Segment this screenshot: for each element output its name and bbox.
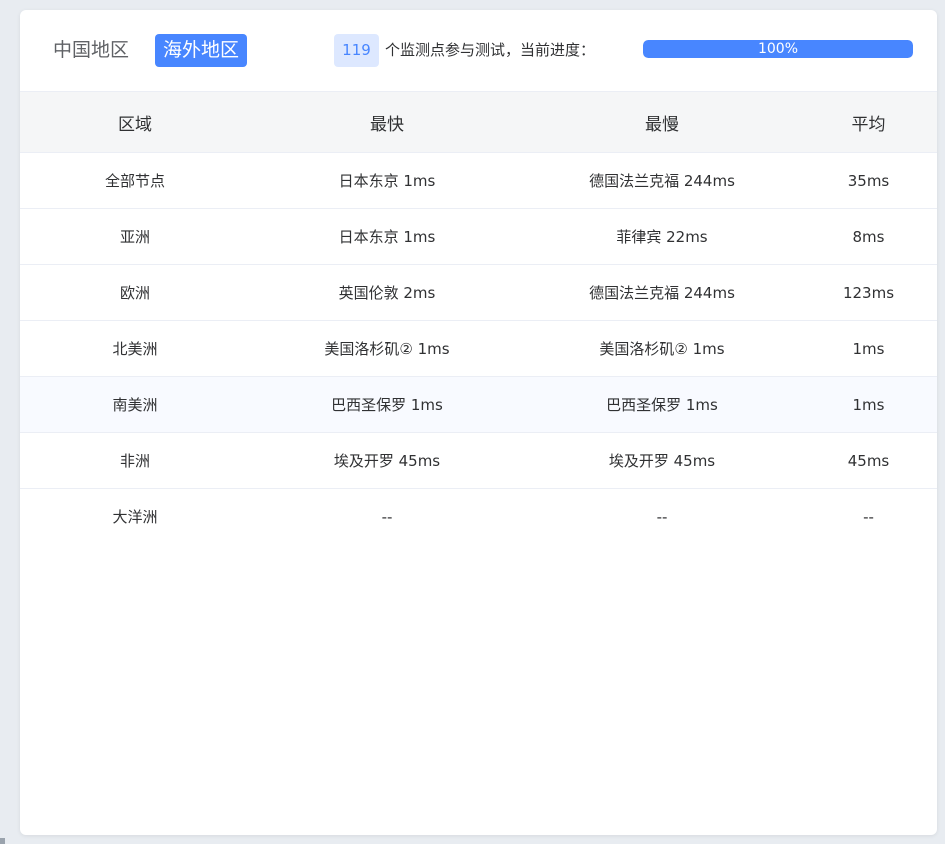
results-table: 区域 最快 最慢 平均 全部节点 日本东京 1ms 德国法兰克福 244ms 3… xyxy=(20,91,937,545)
cell-average: 35ms xyxy=(800,152,937,209)
cell-region: 亚洲 xyxy=(20,208,250,265)
tab-overseas-region[interactable]: 海外地区 xyxy=(155,34,248,67)
results-card: 中国地区 海外地区 119 个监测点参与测试，当前进度： 100% 区域 最快 … xyxy=(20,10,937,835)
cell-region: 北美洲 xyxy=(20,320,250,377)
cell-average: 1ms xyxy=(800,376,937,433)
cell-region: 欧洲 xyxy=(20,264,250,321)
table-body: 全部节点 日本东京 1ms 德国法兰克福 244ms 35ms 亚洲 日本东京 … xyxy=(20,152,937,545)
cell-region: 南美洲 xyxy=(20,376,250,433)
tab-china-region[interactable]: 中国地区 xyxy=(45,34,137,67)
cell-slowest: 菲律宾 22ms xyxy=(524,208,800,265)
cell-average: 45ms xyxy=(800,432,937,489)
cell-average: 8ms xyxy=(800,208,937,265)
progress-bar: 100% xyxy=(643,40,913,58)
cell-average: 123ms xyxy=(800,264,937,321)
header-row: 区域 最快 最慢 平均 xyxy=(20,91,937,153)
table-row: 南美洲 巴西圣保罗 1ms 巴西圣保罗 1ms 1ms xyxy=(20,376,937,433)
window-corner-mark xyxy=(0,838,5,844)
node-count-badge: 119 xyxy=(334,34,379,67)
progress-label: 100% xyxy=(757,41,799,57)
column-header-fastest: 最快 xyxy=(250,91,524,153)
column-header-average: 平均 xyxy=(800,91,937,153)
table-row: 亚洲 日本东京 1ms 菲律宾 22ms 8ms xyxy=(20,208,937,265)
cell-fastest: 日本东京 1ms xyxy=(250,152,524,209)
column-header-slowest: 最慢 xyxy=(524,91,800,153)
cell-region: 大洋洲 xyxy=(112,508,158,527)
cell-slowest: 美国洛杉矶② 1ms xyxy=(524,320,800,377)
card-header: 中国地区 海外地区 119 个监测点参与测试，当前进度： 100% xyxy=(20,10,937,91)
cell-region: 非洲 xyxy=(20,432,250,489)
cell-region: 全部节点 xyxy=(20,152,250,209)
cell-slowest: 埃及开罗 45ms xyxy=(524,432,800,489)
cell-fastest: 日本东京 1ms xyxy=(250,208,524,265)
cell-fastest: 英国伦敦 2ms xyxy=(250,264,524,321)
column-header-region: 区域 xyxy=(20,91,250,153)
cell-fastest: 埃及开罗 45ms xyxy=(250,432,524,489)
cell-slowest: 德国法兰克福 244ms xyxy=(524,264,800,321)
cell-fastest: 美国洛杉矶② 1ms xyxy=(250,320,524,377)
cell-slowest: -- xyxy=(656,507,668,526)
cell-average: 1ms xyxy=(800,320,937,377)
table-row: 大洋洲 -- -- -- xyxy=(20,489,937,545)
cell-fastest: -- xyxy=(381,507,393,526)
table-row: 全部节点 日本东京 1ms 德国法兰克福 244ms 35ms xyxy=(20,152,937,209)
cell-slowest: 德国法兰克福 244ms xyxy=(524,152,800,209)
table-row: 欧洲 英国伦敦 2ms 德国法兰克福 244ms 123ms xyxy=(20,264,937,321)
cell-slowest: 巴西圣保罗 1ms xyxy=(524,376,800,433)
table-row: 北美洲 美国洛杉矶② 1ms 美国洛杉矶② 1ms 1ms xyxy=(20,320,937,377)
progress-caption: 个监测点参与测试，当前进度： xyxy=(385,41,596,59)
table-row: 非洲 埃及开罗 45ms 埃及开罗 45ms 45ms xyxy=(20,432,937,489)
table-header: 区域 最快 最慢 平均 xyxy=(20,91,937,153)
cell-fastest: 巴西圣保罗 1ms xyxy=(250,376,524,433)
cell-average: -- xyxy=(863,507,874,526)
